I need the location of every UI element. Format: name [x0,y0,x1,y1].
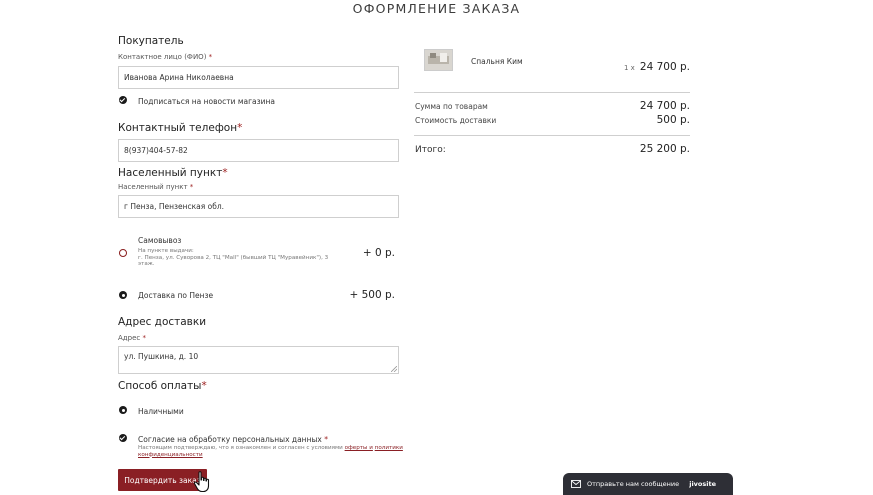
city-label: Населенный пункт * [118,183,194,191]
phone-heading: Контактный телефон* [118,122,243,134]
subtotal-label: Сумма по товарам [415,102,488,111]
hand-cursor-icon [193,471,210,493]
pickup-radio[interactable] [119,249,127,257]
consent-text: Настоящим подтверждаю, что я ознакомлен … [138,445,403,458]
phone-field[interactable]: 8(937)404-57-82 [118,139,399,162]
address-heading: Адрес доставки [118,316,207,328]
product-price: 24 700 р. [639,61,690,73]
subscribe-checkbox[interactable] [119,96,127,104]
divider [414,135,690,136]
consent-title: Согласие на обработку персональных данны… [138,435,328,444]
payment-heading: Способ оплаты* [118,380,207,392]
shipping-label: Стоимость доставки [415,116,497,125]
buyer-heading: Покупатель [118,35,184,47]
cash-label: Наличными [138,407,184,416]
product-name: Спальня Ким [471,57,523,66]
resize-handle-icon[interactable] [391,366,397,372]
shipping-value: 500 р. [656,114,690,126]
chat-brand: jivosite [689,480,716,488]
pickup-price: + 0 р. [362,247,395,259]
subscribe-label: Подписаться на новости магазина [138,97,276,106]
product-thumbnail [424,49,453,71]
consent-checkbox[interactable] [119,434,127,442]
total-label: Итого: [415,145,446,155]
pickup-note: На пункте выдачи: г. Пенза, ул. Суворова… [138,248,329,267]
product-qty: 1 x [623,64,635,72]
cash-radio[interactable] [119,406,127,414]
offer-link[interactable]: оферты и [345,445,373,451]
city-field[interactable]: г Пенза, Пензенская обл. [118,195,399,218]
name-label: Контактное лицо (ФИО) * [118,53,213,61]
city-heading: Населенный пункт* [118,167,228,179]
address-label: Адрес * [118,334,146,342]
delivery-price: + 500 р. [349,289,395,301]
name-field[interactable]: Иванова Арина Николаевна [118,66,399,89]
chat-widget[interactable]: Отправьте нам сообщение jivosite [563,473,733,495]
delivery-title: Доставка по Пензе [138,291,214,300]
total-value: 25 200 р. [639,143,690,155]
divider [414,92,690,93]
chat-label: Отправьте нам сообщение [587,480,680,488]
pickup-title: Самовывоз [138,236,182,245]
product-price-line: 1 x 24 700 р. [600,55,690,74]
page-title: ОФОРМЛЕНИЕ ЗАКАЗА [352,1,521,16]
subtotal-value: 24 700 р. [639,100,690,112]
delivery-radio[interactable] [119,291,127,299]
address-field[interactable]: ул. Пушкина, д. 10 [118,346,399,374]
mail-icon [571,480,581,488]
address-value: ул. Пушкина, д. 10 [124,352,199,361]
